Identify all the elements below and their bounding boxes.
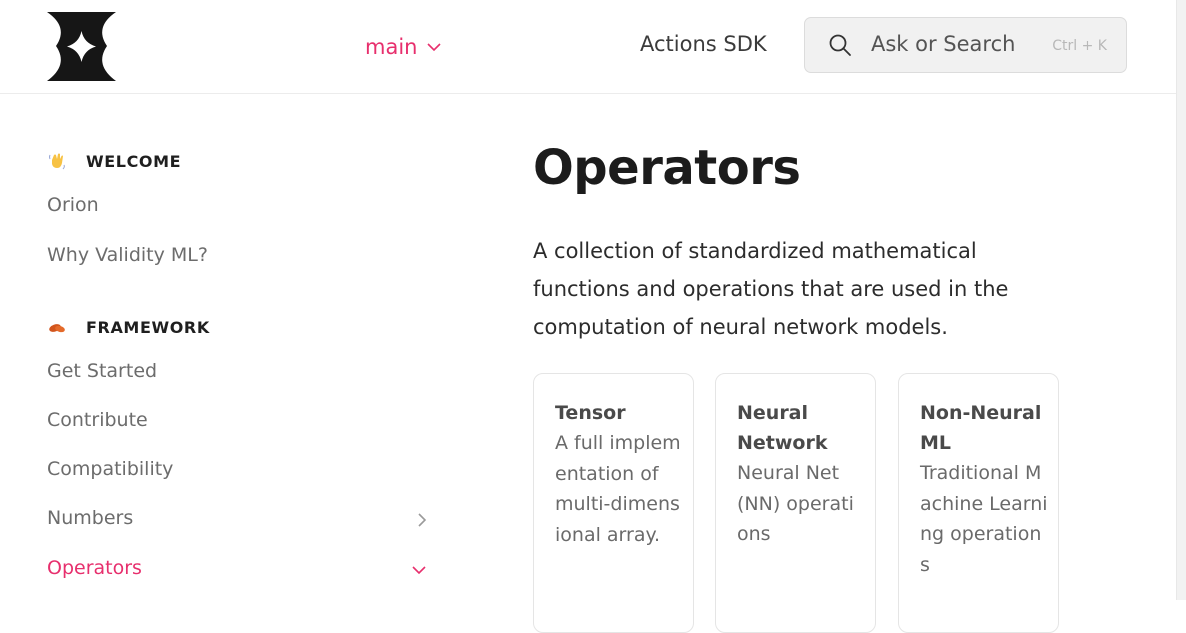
sidebar-item-numbers[interactable]: Numbers [47,507,427,529]
search-icon [829,34,851,56]
search-input[interactable]: Ask or Search Ctrl + K [804,17,1127,73]
card-non-neural-ml[interactable]: Non-Neural ML Traditional Machine Learni… [898,373,1059,633]
search-shortcut: Ctrl + K [1052,38,1107,54]
logo-icon[interactable] [47,12,116,81]
sidebar-item-contribute[interactable]: Contribute [47,409,427,431]
card-title: Non-Neural ML [920,402,1042,454]
section-title-framework: FRAMEWORK [47,317,210,337]
actions-sdk-link[interactable]: Actions SDK [640,32,767,56]
card-title: Neural Network [737,402,828,454]
sidebar-item-label: Operators [47,557,142,579]
card-title: Tensor [555,402,626,424]
waving-hand-icon [49,153,65,170]
sidebar-item-compatibility[interactable]: Compatibility [47,458,427,480]
card-description: A full implementation of multi-dimension… [555,432,681,546]
page-title: Operators [533,140,801,196]
chevron-right-icon[interactable] [417,512,427,528]
sidebar-item-operators[interactable]: Operators [47,557,427,579]
sidebar-item-why-validity-ml[interactable]: Why Validity ML? [47,244,427,266]
card-description: Traditional Machine Learning operations [920,462,1048,576]
sidebar-item-get-started[interactable]: Get Started [47,360,427,382]
sidebar-item-orion[interactable]: Orion [47,194,427,216]
top-header: main Actions SDK Ask or Search Ctrl + K [0,0,1176,94]
card-description: Neural Net (NN) operations [737,462,854,545]
version-dropdown[interactable]: main [365,32,442,62]
page-scrollbar[interactable] [1176,0,1186,600]
chevron-down-icon [427,42,442,51]
search-placeholder: Ask or Search [871,32,1016,56]
peanuts-icon [49,324,65,333]
section-label: FRAMEWORK [86,317,210,337]
chevron-down-icon[interactable] [411,565,427,575]
sidebar: WELCOME Orion Why Validity ML? FRAMEWORK… [0,94,480,600]
card-neural-network[interactable]: Neural Network Neural Net (NN) operation… [715,373,876,633]
page-description: A collection of standardized mathematica… [533,239,1009,339]
section-title-welcome: WELCOME [47,151,181,171]
sidebar-item-label: Numbers [47,507,134,529]
version-label: main [365,35,418,59]
card-tensor[interactable]: Tensor A full implementation of multi-di… [533,373,694,633]
section-label: WELCOME [86,151,182,171]
